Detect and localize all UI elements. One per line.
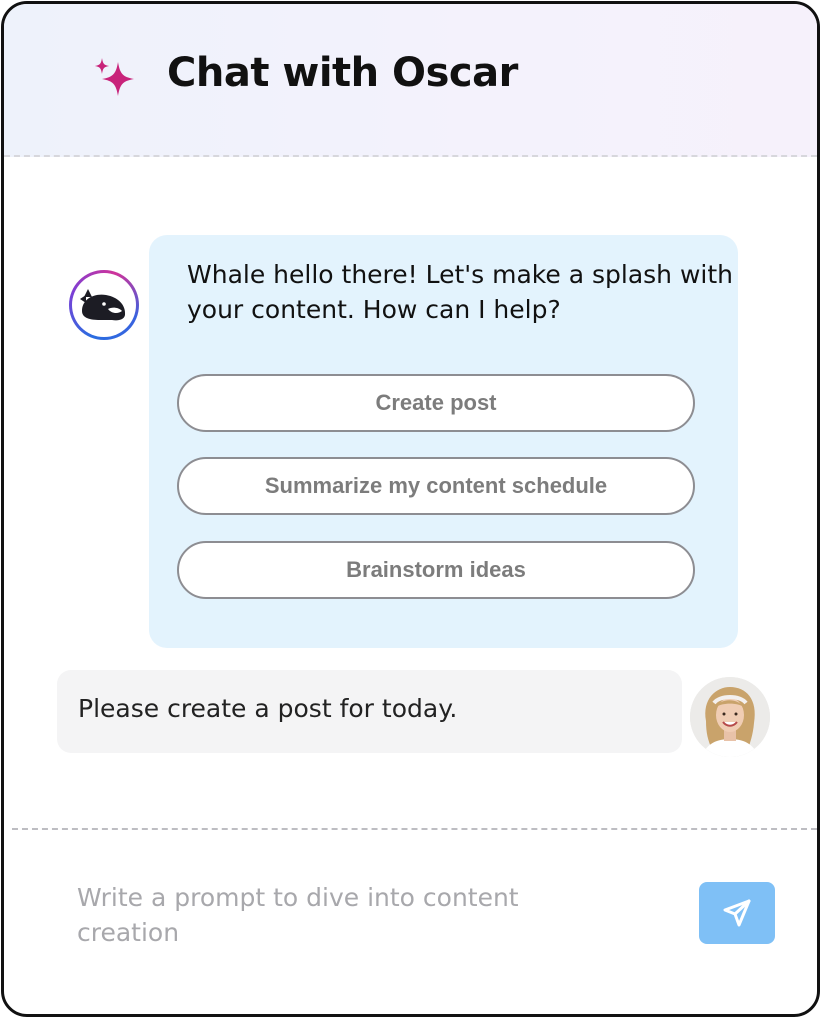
user-avatar [690,677,770,757]
page-title: Chat with Oscar [167,50,518,96]
whale-icon [80,289,126,321]
send-button[interactable] [699,882,775,944]
prompt-input[interactable] [77,880,597,960]
bot-avatar [69,270,139,340]
user-message-bubble: Please create a post for today. [57,670,682,753]
suggestion-summarize-schedule-button[interactable]: Summarize my content schedule [177,457,695,515]
bot-message-text: Whale hello there! Let's make a splash w… [187,260,734,324]
sparkle-icon [95,58,134,96]
bot-message-bubble: Whale hello there! Let's make a splash w… [149,235,738,648]
composer-divider [12,828,817,830]
chat-panel: Chat with Oscar Whale hello there! Let's… [1,1,820,1017]
user-message-text: Please create a post for today. [78,694,458,723]
suggestion-create-post-button[interactable]: Create post [177,374,695,432]
suggestion-brainstorm-button[interactable]: Brainstorm ideas [177,541,695,599]
chat-header: Chat with Oscar [4,4,817,157]
send-icon [723,899,751,927]
